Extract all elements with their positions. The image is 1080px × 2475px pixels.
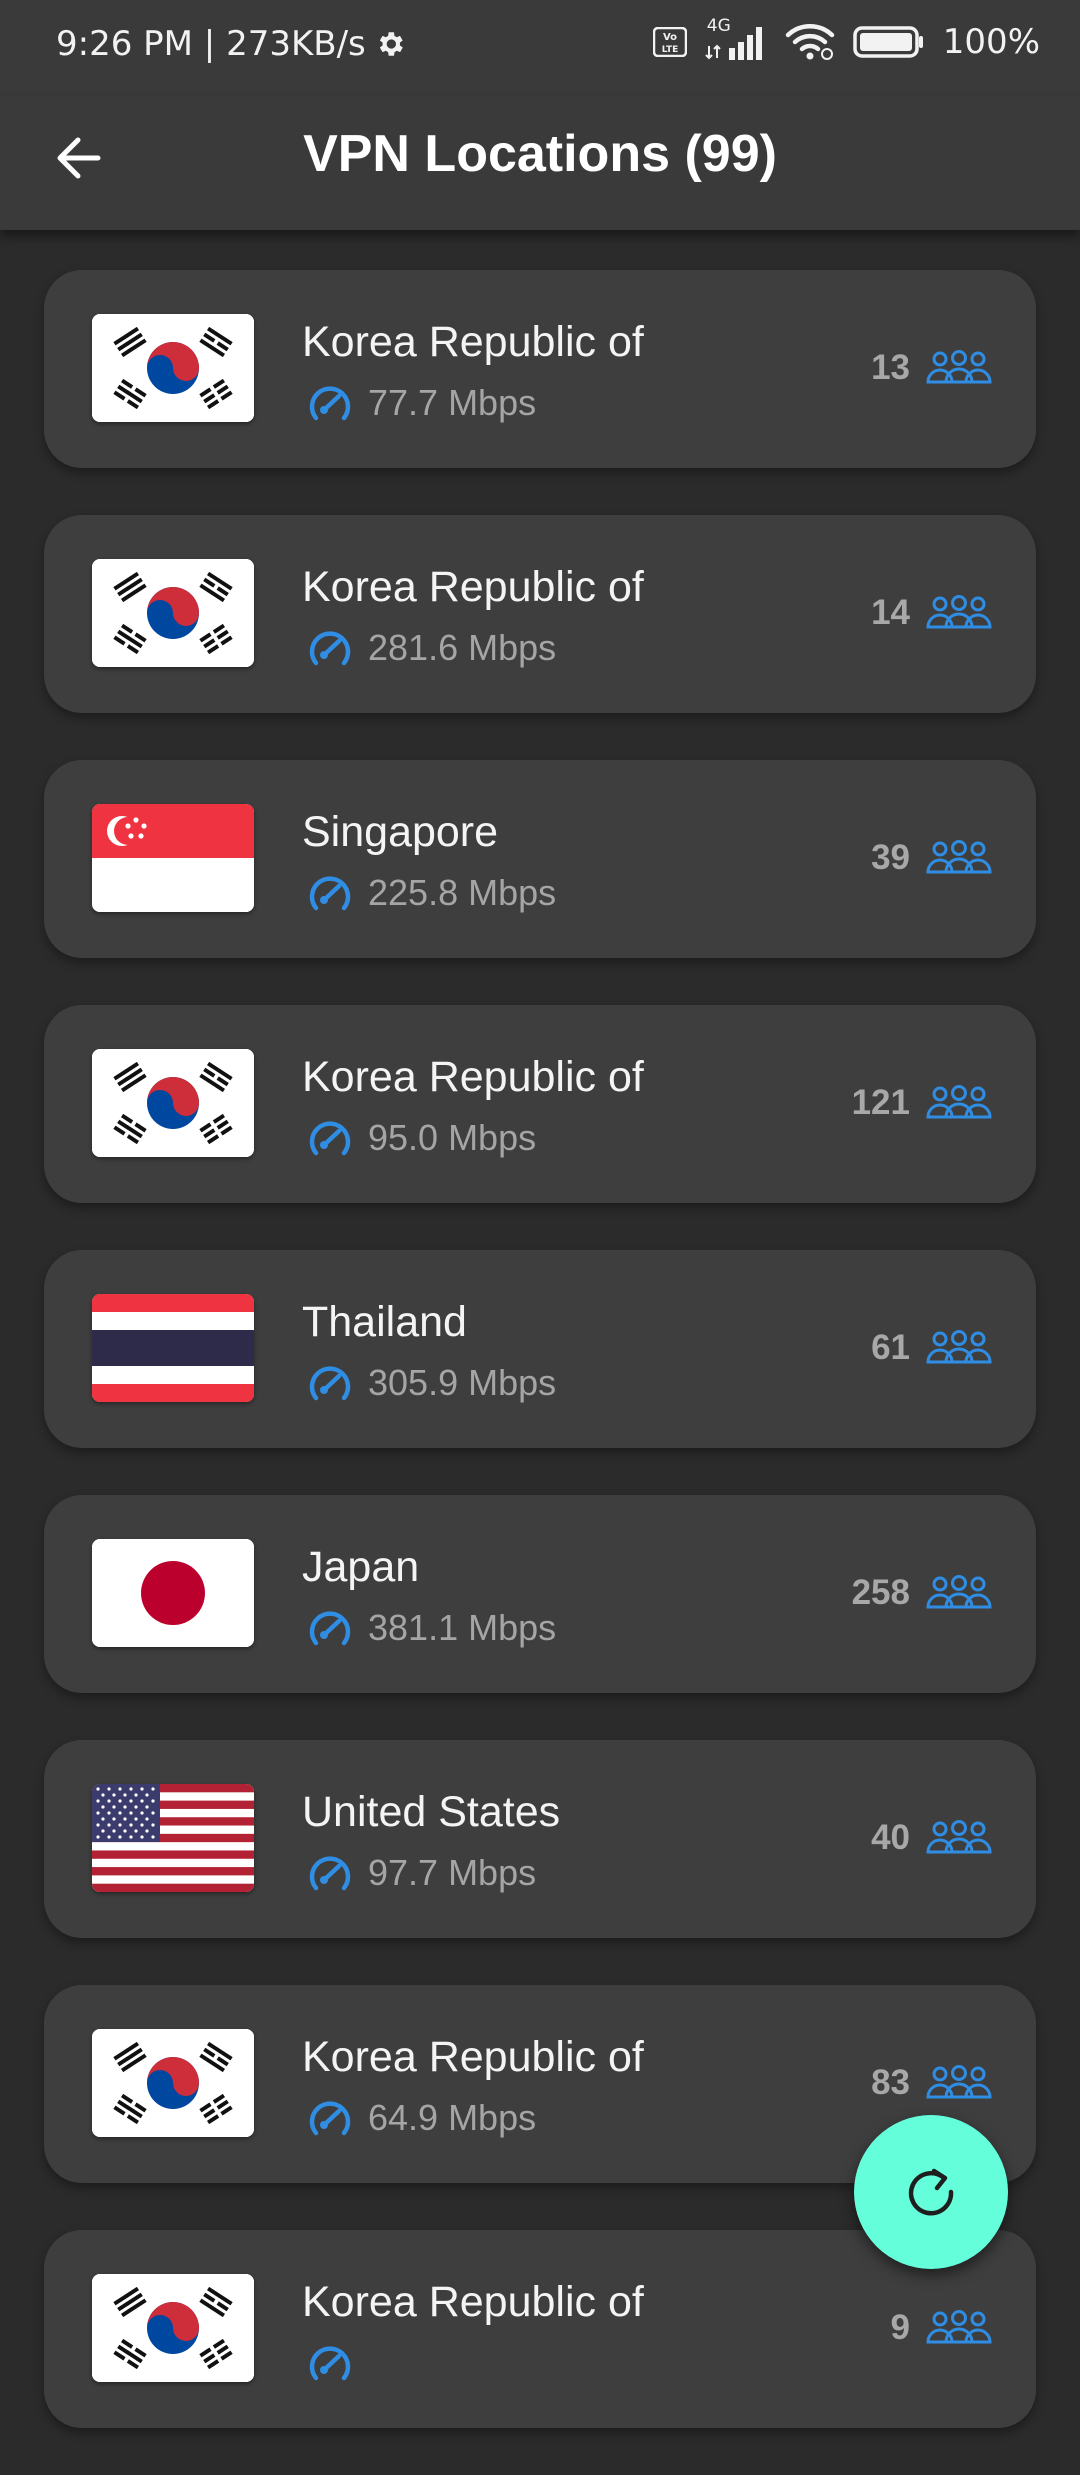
users-count: 83 [871, 2063, 910, 2102]
battery-percent: 100% [942, 22, 1040, 62]
users-icon [926, 1330, 992, 1364]
server-card[interactable]: Korea Republic of 281.6 Mbps 14 [44, 515, 1036, 713]
users-row: 83 [871, 2063, 992, 2103]
country-name: Korea Republic of [302, 2278, 644, 2326]
users-row: 9 [891, 2308, 992, 2348]
users-icon [926, 595, 992, 629]
users-row: 39 [871, 838, 992, 878]
wifi-icon [785, 24, 835, 60]
refresh-button[interactable] [854, 2115, 1008, 2269]
users-count: 121 [851, 1083, 910, 1122]
speed-row: 64.9 Mbps [306, 2097, 536, 2139]
speed-row: 97.7 Mbps [306, 1852, 536, 1894]
speed-row [306, 2342, 368, 2384]
users-icon [926, 1820, 992, 1854]
south-korea-flag-icon [92, 559, 254, 667]
country-name: Korea Republic of [302, 318, 644, 366]
status-bar-left: 9:26 PM | 273KB/s [56, 24, 406, 64]
server-card[interactable]: Korea Republic of 9 [44, 2230, 1036, 2428]
server-card[interactable]: Japan 381.1 Mbps 258 [44, 1495, 1036, 1693]
south-korea-flag-icon [92, 314, 254, 422]
users-row: 13 [871, 348, 992, 388]
users-row: 121 [852, 1083, 992, 1123]
users-count: 9 [890, 2308, 910, 2347]
users-count: 39 [871, 838, 910, 877]
server-card[interactable]: Korea Republic of 95.0 Mbps 121 [44, 1005, 1036, 1203]
users-row: 40 [871, 1818, 992, 1858]
country-name: United States [302, 1788, 561, 1836]
users-icon [926, 2310, 992, 2344]
speed-row: 381.1 Mbps [306, 1607, 556, 1649]
singapore-flag-icon [92, 804, 254, 912]
users-count: 61 [871, 1328, 910, 1367]
speed-row: 77.7 Mbps [306, 382, 536, 424]
users-icon [926, 350, 992, 384]
speedometer-icon [309, 2101, 351, 2136]
svg-text:Vo: Vo [663, 32, 677, 43]
signal-indicator: 4G [705, 16, 767, 62]
thailand-flag-icon [92, 1294, 254, 1402]
south-korea-flag-icon [92, 2274, 254, 2382]
server-card[interactable]: Singapore 225.8 Mbps 39 [44, 760, 1036, 958]
server-card[interactable]: United States 97.7 Mbps 40 [44, 1740, 1036, 1938]
connection-speed: 381.1 Mbps [368, 1607, 557, 1648]
speed-row: 225.8 Mbps [306, 872, 556, 914]
refresh-icon [908, 2168, 954, 2216]
speedometer-icon [309, 1611, 351, 1646]
speedometer-icon [309, 631, 351, 666]
connection-speed: 95.0 Mbps [368, 1117, 537, 1158]
users-row: 61 [871, 1328, 992, 1368]
south-korea-flag-icon [92, 2029, 254, 2137]
users-icon [926, 1085, 992, 1119]
speedometer-icon [309, 386, 351, 421]
status-bar-right: Vo LTE 4G 100% [652, 16, 1040, 62]
speedometer-icon [309, 876, 351, 911]
country-name: Korea Republic of [302, 2033, 644, 2081]
connection-speed: 305.9 Mbps [368, 1362, 557, 1403]
japan-flag-icon [92, 1539, 254, 1647]
users-row: 258 [852, 1573, 992, 1613]
country-name: Korea Republic of [302, 1053, 644, 1101]
speedometer-icon [309, 1121, 351, 1156]
south-korea-flag-icon [92, 1049, 254, 1157]
connection-speed: 97.7 Mbps [368, 1852, 537, 1893]
volte-icon: Vo LTE [652, 27, 687, 57]
speedometer-icon [309, 2346, 351, 2381]
status-time-speed: 9:26 PM | 273KB/s [56, 24, 366, 64]
speed-row: 95.0 Mbps [306, 1117, 536, 1159]
users-icon [926, 2065, 992, 2099]
connection-speed: 225.8 Mbps [368, 872, 557, 913]
battery-icon [853, 26, 923, 58]
users-count: 258 [851, 1573, 910, 1612]
signal-strength-icon [705, 27, 762, 60]
users-count: 40 [871, 1818, 910, 1857]
connection-speed: 64.9 Mbps [368, 2097, 537, 2138]
page-title: VPN Locations (99) [303, 125, 777, 183]
country-name: Singapore [302, 808, 499, 856]
users-icon [926, 1575, 992, 1609]
svg-text:LTE: LTE [662, 45, 679, 55]
united-states-flag-icon [92, 1784, 254, 1892]
users-icon [926, 840, 992, 874]
users-count: 14 [871, 593, 910, 632]
speed-row: 281.6 Mbps [306, 627, 556, 669]
country-name: Korea Republic of [302, 563, 644, 611]
country-name: Thailand [302, 1298, 467, 1346]
settings-gear-icon [379, 32, 403, 56]
status-bar: 9:26 PM | 273KB/s Vo LTE 4G 100% [0, 0, 1080, 96]
users-count: 13 [871, 348, 910, 387]
speedometer-icon [309, 1856, 351, 1891]
connection-speed: 77.7 Mbps [368, 382, 537, 423]
server-card[interactable]: Thailand 305.9 Mbps 61 [44, 1250, 1036, 1448]
users-row: 14 [871, 593, 992, 633]
app-bar: VPN Locations (99) [0, 96, 1080, 230]
speedometer-icon [309, 1366, 351, 1401]
speed-row: 305.9 Mbps [306, 1362, 556, 1404]
connection-speed: 281.6 Mbps [368, 627, 557, 668]
country-name: Japan [302, 1543, 420, 1591]
server-card[interactable]: Korea Republic of 77.7 Mbps 13 [44, 270, 1036, 468]
